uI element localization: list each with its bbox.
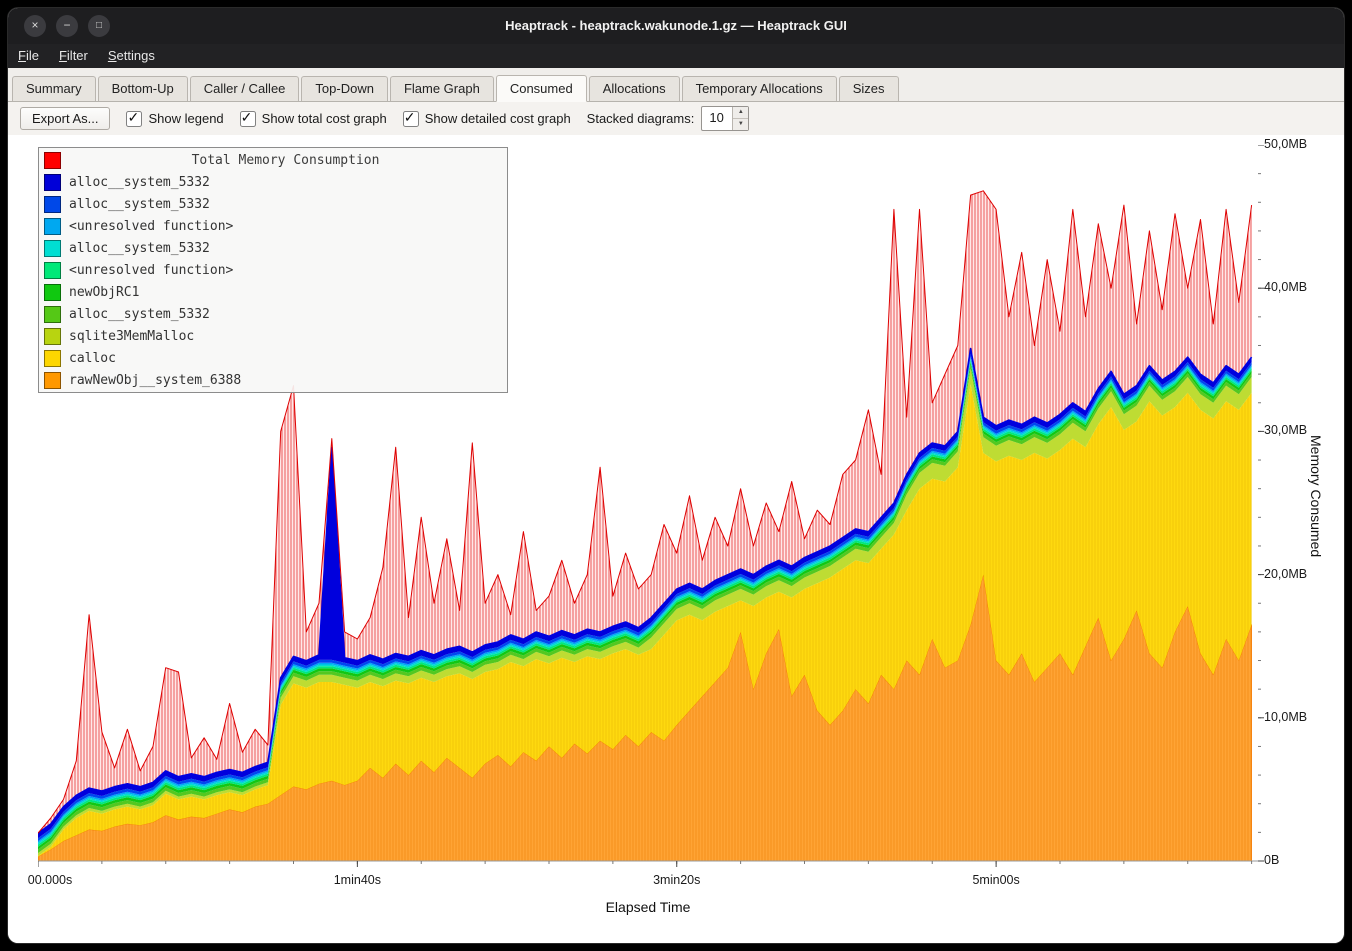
checkbox-label: Show detailed cost graph	[425, 111, 571, 126]
chevron-up-icon: ▲	[738, 109, 744, 115]
legend-swatch	[44, 218, 61, 235]
export-as-button[interactable]: Export As...	[20, 107, 110, 130]
x-axis-tick-label: 00.000s	[10, 873, 90, 887]
x-axis-tick-label: 5min00s	[956, 873, 1036, 887]
legend-row: rawNewObj__system_6388	[39, 369, 507, 391]
legend-row: alloc__system_5332	[39, 193, 507, 215]
window-title: Heaptrack - heaptrack.wakunode.1.gz — He…	[8, 8, 1344, 44]
legend-row: <unresolved function>	[39, 259, 507, 281]
tab-consumed[interactable]: Consumed	[496, 75, 587, 102]
checkbox-box[interactable]: ✓	[403, 111, 419, 127]
legend-swatch	[44, 350, 61, 367]
y-axis-tick-label: 40,0MB	[1264, 280, 1307, 294]
tab-summary[interactable]: Summary	[12, 76, 96, 101]
legend-label: alloc__system_5332	[69, 241, 210, 256]
legend-swatch	[44, 306, 61, 323]
tab-allocations[interactable]: Allocations	[589, 76, 680, 101]
menu-settings[interactable]: Settings	[98, 44, 165, 68]
tab-bottom-up[interactable]: Bottom-Up	[98, 76, 188, 101]
legend-label: Total Memory Consumption	[69, 153, 502, 168]
tab-flame-graph[interactable]: Flame Graph	[390, 76, 494, 101]
checkbox-label: Show total cost graph	[262, 111, 387, 126]
app-window: × − □ Heaptrack - heaptrack.wakunode.1.g…	[8, 8, 1344, 943]
consumed-chart-panel: Total Memory Consumption alloc__system_53…	[8, 135, 1344, 943]
y-axis-tick-label: 20,0MB	[1264, 567, 1307, 581]
chevron-down-icon: ▼	[738, 121, 744, 127]
x-axis-tick-label: 3min20s	[637, 873, 717, 887]
y-axis-title: Memory Consumed	[1308, 435, 1324, 557]
legend-swatch	[44, 328, 61, 345]
legend-title-row: Total Memory Consumption	[39, 149, 507, 171]
tab-bar: SummaryBottom-UpCaller / CalleeTop-DownF…	[8, 68, 1344, 102]
y-axis-tick-label: 0B	[1264, 853, 1279, 867]
legend-row: newObjRC1	[39, 281, 507, 303]
legend-row: alloc__system_5332	[39, 171, 507, 193]
tab-caller-callee[interactable]: Caller / Callee	[190, 76, 300, 101]
checkbox-label: Show legend	[148, 111, 223, 126]
legend-label: sqlite3MemMalloc	[69, 329, 194, 344]
y-axis-tick-label: 30,0MB	[1264, 423, 1307, 437]
menubar: File Filter Settings	[8, 44, 1344, 68]
legend-swatch	[44, 174, 61, 191]
toolbar-checkboxes: ✓ Show legend ✓ Show total cost graph ✓ Show …	[126, 111, 570, 127]
check-icon: ✓	[127, 109, 139, 126]
legend-swatch	[44, 372, 61, 389]
legend-label: newObjRC1	[69, 285, 139, 300]
chart-legend: Total Memory Consumption alloc__system_53…	[38, 147, 508, 393]
legend-label: alloc__system_5332	[69, 307, 210, 322]
legend-swatch	[44, 284, 61, 301]
spin-up-button[interactable]: ▲	[733, 107, 748, 118]
stacked-diagrams-label: Stacked diagrams:	[587, 111, 695, 126]
check-icon: ✓	[241, 109, 253, 126]
checkbox-box[interactable]: ✓	[126, 111, 142, 127]
legend-swatch	[44, 262, 61, 279]
legend-row: <unresolved function>	[39, 215, 507, 237]
titlebar[interactable]: × − □ Heaptrack - heaptrack.wakunode.1.g…	[8, 8, 1344, 44]
legend-row: calloc	[39, 347, 507, 369]
checkbox-box[interactable]: ✓	[240, 111, 256, 127]
check-icon: ✓	[404, 109, 416, 126]
y-axis-tick-label: 10,0MB	[1264, 710, 1307, 724]
x-axis-tick-label: 1min40s	[317, 873, 397, 887]
legend-row: sqlite3MemMalloc	[39, 325, 507, 347]
menu-filter[interactable]: Filter	[49, 44, 98, 68]
legend-row: alloc__system_5332	[39, 237, 507, 259]
tab-sizes[interactable]: Sizes	[839, 76, 899, 101]
legend-label: rawNewObj__system_6388	[69, 373, 241, 388]
toolbar: Export As... ✓ Show legend ✓ Show total cos…	[8, 102, 1344, 135]
tab-top-down[interactable]: Top-Down	[301, 76, 388, 101]
stacked-diagrams-spinbox[interactable]: 10 ▲ ▼	[701, 106, 749, 131]
menu-file[interactable]: File	[8, 44, 49, 68]
spinbox-value: 10	[702, 107, 732, 130]
legend-label: alloc__system_5332	[69, 175, 210, 190]
legend-label: <unresolved function>	[69, 219, 233, 234]
legend-swatch	[44, 152, 61, 169]
spin-down-button[interactable]: ▼	[733, 118, 748, 130]
checkbox-show-legend[interactable]: ✓ Show legend	[126, 111, 223, 127]
stacked-diagrams-group: Stacked diagrams: 10 ▲ ▼	[587, 106, 750, 131]
legend-label: <unresolved function>	[69, 263, 233, 278]
checkbox-show-total-cost-graph[interactable]: ✓ Show total cost graph	[240, 111, 387, 127]
legend-swatch	[44, 196, 61, 213]
legend-row: alloc__system_5332	[39, 303, 507, 325]
legend-swatch	[44, 240, 61, 257]
x-axis-title: Elapsed Time	[38, 899, 1258, 915]
legend-label: alloc__system_5332	[69, 197, 210, 212]
tab-temporary-allocations[interactable]: Temporary Allocations	[682, 76, 837, 101]
y-axis-tick-label: 50,0MB	[1264, 137, 1307, 151]
checkbox-show-detailed-cost-graph[interactable]: ✓ Show detailed cost graph	[403, 111, 571, 127]
legend-label: calloc	[69, 351, 116, 366]
